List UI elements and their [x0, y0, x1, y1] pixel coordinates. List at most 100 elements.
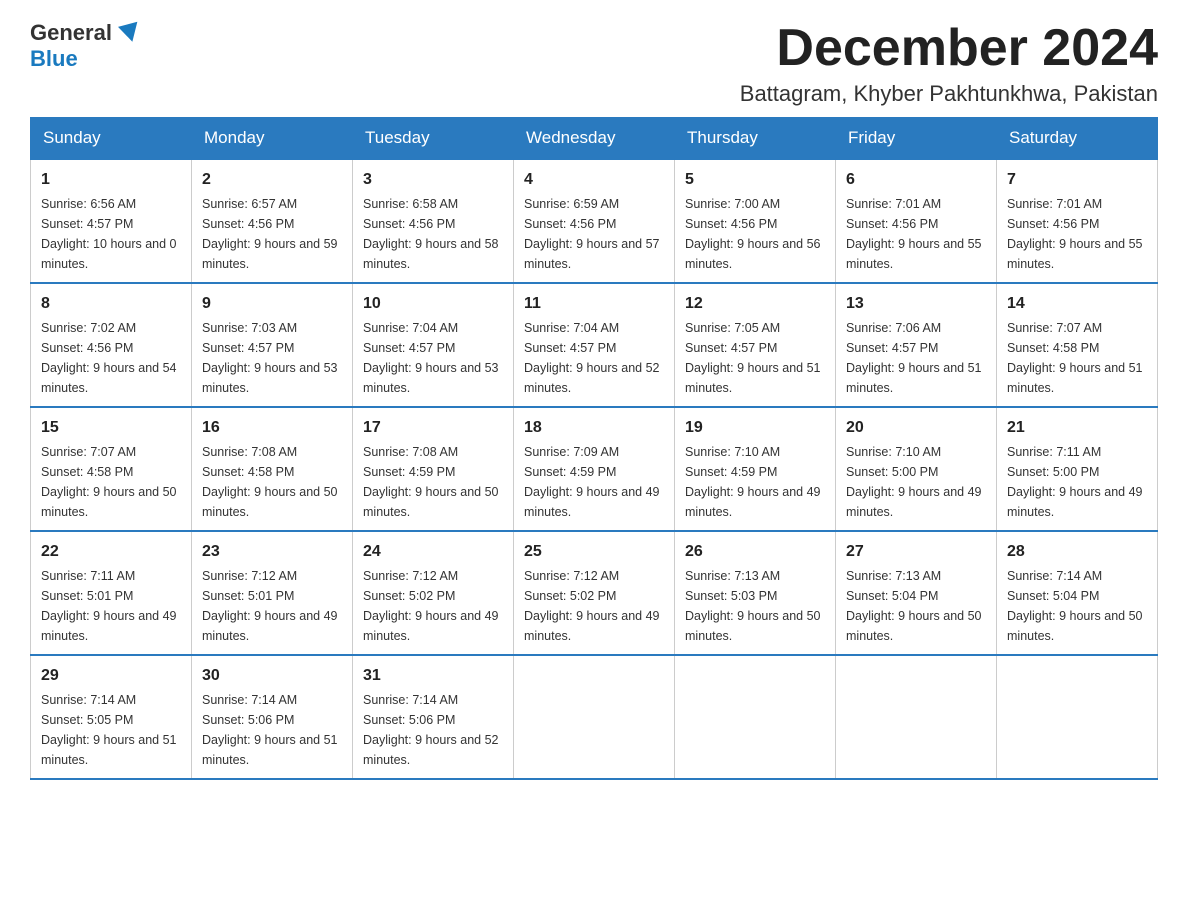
calendar-day-cell: 20 Sunrise: 7:10 AMSunset: 5:00 PMDaylig…	[836, 407, 997, 531]
day-info: Sunrise: 7:14 AMSunset: 5:06 PMDaylight:…	[202, 693, 338, 767]
calendar-day-cell: 26 Sunrise: 7:13 AMSunset: 5:03 PMDaylig…	[675, 531, 836, 655]
day-info: Sunrise: 6:59 AMSunset: 4:56 PMDaylight:…	[524, 197, 660, 271]
calendar-day-cell: 3 Sunrise: 6:58 AMSunset: 4:56 PMDayligh…	[353, 159, 514, 283]
day-number: 24	[363, 540, 503, 564]
weekday-header: Wednesday	[514, 118, 675, 160]
calendar-week-row: 1 Sunrise: 6:56 AMSunset: 4:57 PMDayligh…	[31, 159, 1158, 283]
calendar-day-cell: 16 Sunrise: 7:08 AMSunset: 4:58 PMDaylig…	[192, 407, 353, 531]
day-number: 19	[685, 416, 825, 440]
day-number: 31	[363, 664, 503, 688]
calendar-table: SundayMondayTuesdayWednesdayThursdayFrid…	[30, 117, 1158, 780]
day-info: Sunrise: 7:14 AMSunset: 5:04 PMDaylight:…	[1007, 569, 1143, 643]
day-number: 21	[1007, 416, 1147, 440]
logo-general: General	[30, 20, 112, 45]
day-number: 7	[1007, 168, 1147, 192]
calendar-week-row: 29 Sunrise: 7:14 AMSunset: 5:05 PMDaylig…	[31, 655, 1158, 779]
calendar-header-row: SundayMondayTuesdayWednesdayThursdayFrid…	[31, 118, 1158, 160]
day-info: Sunrise: 7:06 AMSunset: 4:57 PMDaylight:…	[846, 321, 982, 395]
logo-text: General Blue	[30, 20, 140, 72]
day-number: 15	[41, 416, 181, 440]
day-number: 29	[41, 664, 181, 688]
day-number: 26	[685, 540, 825, 564]
day-info: Sunrise: 7:03 AMSunset: 4:57 PMDaylight:…	[202, 321, 338, 395]
calendar-day-cell: 30 Sunrise: 7:14 AMSunset: 5:06 PMDaylig…	[192, 655, 353, 779]
calendar-day-cell: 7 Sunrise: 7:01 AMSunset: 4:56 PMDayligh…	[997, 159, 1158, 283]
day-number: 22	[41, 540, 181, 564]
calendar-day-cell	[675, 655, 836, 779]
day-info: Sunrise: 7:13 AMSunset: 5:04 PMDaylight:…	[846, 569, 982, 643]
day-number: 4	[524, 168, 664, 192]
calendar-day-cell: 18 Sunrise: 7:09 AMSunset: 4:59 PMDaylig…	[514, 407, 675, 531]
weekday-header: Sunday	[31, 118, 192, 160]
day-number: 27	[846, 540, 986, 564]
day-number: 28	[1007, 540, 1147, 564]
calendar-day-cell: 10 Sunrise: 7:04 AMSunset: 4:57 PMDaylig…	[353, 283, 514, 407]
calendar-day-cell: 23 Sunrise: 7:12 AMSunset: 5:01 PMDaylig…	[192, 531, 353, 655]
day-number: 12	[685, 292, 825, 316]
day-info: Sunrise: 6:58 AMSunset: 4:56 PMDaylight:…	[363, 197, 499, 271]
day-number: 23	[202, 540, 342, 564]
weekday-header: Friday	[836, 118, 997, 160]
day-number: 9	[202, 292, 342, 316]
calendar-day-cell: 2 Sunrise: 6:57 AMSunset: 4:56 PMDayligh…	[192, 159, 353, 283]
calendar-day-cell: 4 Sunrise: 6:59 AMSunset: 4:56 PMDayligh…	[514, 159, 675, 283]
day-info: Sunrise: 7:05 AMSunset: 4:57 PMDaylight:…	[685, 321, 821, 395]
day-info: Sunrise: 7:11 AMSunset: 5:00 PMDaylight:…	[1007, 445, 1143, 519]
day-number: 6	[846, 168, 986, 192]
day-info: Sunrise: 7:14 AMSunset: 5:06 PMDaylight:…	[363, 693, 499, 767]
day-number: 3	[363, 168, 503, 192]
calendar-day-cell: 13 Sunrise: 7:06 AMSunset: 4:57 PMDaylig…	[836, 283, 997, 407]
calendar-day-cell: 14 Sunrise: 7:07 AMSunset: 4:58 PMDaylig…	[997, 283, 1158, 407]
calendar-day-cell: 1 Sunrise: 6:56 AMSunset: 4:57 PMDayligh…	[31, 159, 192, 283]
logo-blue: Blue	[30, 46, 78, 71]
day-info: Sunrise: 7:01 AMSunset: 4:56 PMDaylight:…	[846, 197, 982, 271]
day-info: Sunrise: 7:10 AMSunset: 4:59 PMDaylight:…	[685, 445, 821, 519]
day-info: Sunrise: 7:09 AMSunset: 4:59 PMDaylight:…	[524, 445, 660, 519]
page-title: December 2024	[740, 20, 1158, 77]
day-info: Sunrise: 7:13 AMSunset: 5:03 PMDaylight:…	[685, 569, 821, 643]
day-info: Sunrise: 7:02 AMSunset: 4:56 PMDaylight:…	[41, 321, 177, 395]
day-number: 10	[363, 292, 503, 316]
calendar-day-cell: 25 Sunrise: 7:12 AMSunset: 5:02 PMDaylig…	[514, 531, 675, 655]
day-info: Sunrise: 7:01 AMSunset: 4:56 PMDaylight:…	[1007, 197, 1143, 271]
day-info: Sunrise: 7:08 AMSunset: 4:58 PMDaylight:…	[202, 445, 338, 519]
calendar-week-row: 22 Sunrise: 7:11 AMSunset: 5:01 PMDaylig…	[31, 531, 1158, 655]
day-number: 18	[524, 416, 664, 440]
day-number: 11	[524, 292, 664, 316]
day-info: Sunrise: 7:12 AMSunset: 5:02 PMDaylight:…	[524, 569, 660, 643]
page-subtitle: Battagram, Khyber Pakhtunkhwa, Pakistan	[740, 81, 1158, 107]
weekday-header: Saturday	[997, 118, 1158, 160]
day-number: 16	[202, 416, 342, 440]
day-number: 17	[363, 416, 503, 440]
day-info: Sunrise: 7:07 AMSunset: 4:58 PMDaylight:…	[1007, 321, 1143, 395]
day-number: 8	[41, 292, 181, 316]
day-info: Sunrise: 7:12 AMSunset: 5:02 PMDaylight:…	[363, 569, 499, 643]
weekday-header: Tuesday	[353, 118, 514, 160]
day-info: Sunrise: 7:12 AMSunset: 5:01 PMDaylight:…	[202, 569, 338, 643]
title-block: December 2024 Battagram, Khyber Pakhtunk…	[740, 20, 1158, 107]
page-header: General Blue December 2024 Battagram, Kh…	[30, 20, 1158, 107]
day-number: 25	[524, 540, 664, 564]
day-info: Sunrise: 7:14 AMSunset: 5:05 PMDaylight:…	[41, 693, 177, 767]
calendar-day-cell: 6 Sunrise: 7:01 AMSunset: 4:56 PMDayligh…	[836, 159, 997, 283]
calendar-day-cell: 24 Sunrise: 7:12 AMSunset: 5:02 PMDaylig…	[353, 531, 514, 655]
calendar-day-cell: 15 Sunrise: 7:07 AMSunset: 4:58 PMDaylig…	[31, 407, 192, 531]
calendar-day-cell: 27 Sunrise: 7:13 AMSunset: 5:04 PMDaylig…	[836, 531, 997, 655]
calendar-day-cell: 17 Sunrise: 7:08 AMSunset: 4:59 PMDaylig…	[353, 407, 514, 531]
calendar-day-cell	[997, 655, 1158, 779]
calendar-day-cell	[836, 655, 997, 779]
day-info: Sunrise: 7:08 AMSunset: 4:59 PMDaylight:…	[363, 445, 499, 519]
calendar-day-cell: 11 Sunrise: 7:04 AMSunset: 4:57 PMDaylig…	[514, 283, 675, 407]
day-info: Sunrise: 7:04 AMSunset: 4:57 PMDaylight:…	[524, 321, 660, 395]
weekday-header: Monday	[192, 118, 353, 160]
day-info: Sunrise: 7:00 AMSunset: 4:56 PMDaylight:…	[685, 197, 821, 271]
day-info: Sunrise: 7:11 AMSunset: 5:01 PMDaylight:…	[41, 569, 177, 643]
day-info: Sunrise: 6:57 AMSunset: 4:56 PMDaylight:…	[202, 197, 338, 271]
day-info: Sunrise: 6:56 AMSunset: 4:57 PMDaylight:…	[41, 197, 177, 271]
calendar-week-row: 15 Sunrise: 7:07 AMSunset: 4:58 PMDaylig…	[31, 407, 1158, 531]
calendar-day-cell: 28 Sunrise: 7:14 AMSunset: 5:04 PMDaylig…	[997, 531, 1158, 655]
calendar-day-cell: 21 Sunrise: 7:11 AMSunset: 5:00 PMDaylig…	[997, 407, 1158, 531]
day-number: 14	[1007, 292, 1147, 316]
calendar-day-cell: 19 Sunrise: 7:10 AMSunset: 4:59 PMDaylig…	[675, 407, 836, 531]
logo-triangle-icon	[118, 22, 142, 45]
